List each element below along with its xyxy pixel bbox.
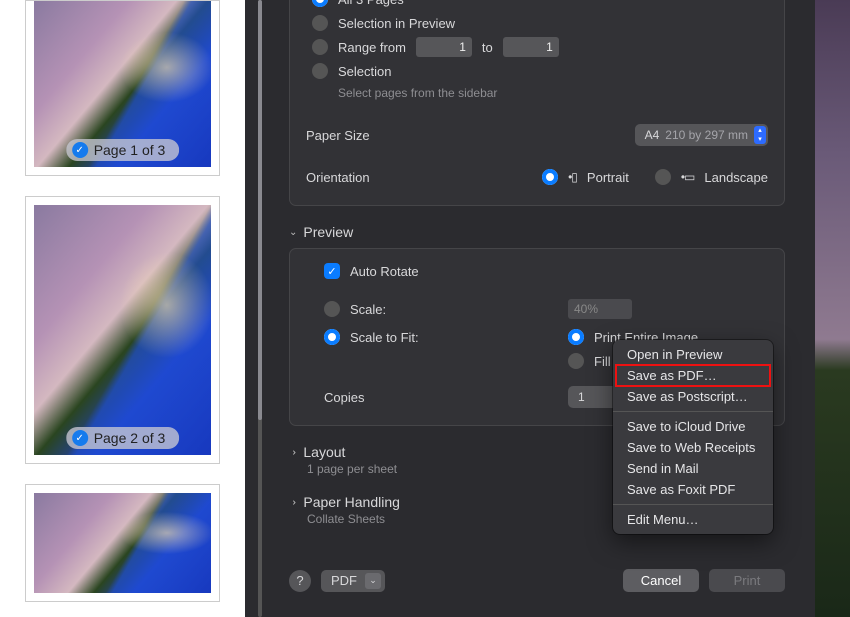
pages-range-from-label: Range from	[338, 40, 406, 55]
chevron-down-icon: ⌄	[365, 573, 381, 589]
pages-range-radio[interactable]	[312, 39, 328, 55]
paper-size-value: A4	[645, 128, 660, 142]
help-button[interactable]: ?	[289, 570, 311, 592]
orientation-landscape-label: Landscape	[704, 170, 768, 185]
pages-selection-radio[interactable]	[312, 63, 328, 79]
orientation-portrait-label: Portrait	[587, 170, 629, 185]
page-thumbnail-sidebar[interactable]: ✓ Page 1 of 3 ✓ Page 2 of 3	[0, 0, 245, 617]
pdf-menu[interactable]: Open in PreviewSave as PDF…Save as Posts…	[613, 340, 773, 534]
pdf-menu-item[interactable]: Save as Foxit PDF	[613, 479, 773, 500]
pages-range-to-label: to	[482, 40, 493, 55]
pages-selection-label: Selection	[338, 64, 391, 79]
check-icon: ✓	[72, 142, 88, 158]
pages-range-to-input[interactable]	[503, 37, 559, 57]
print-button[interactable]: Print	[709, 569, 785, 592]
portrait-icon: •▯	[568, 170, 577, 184]
print-dialog-window: ✓ Page 1 of 3 ✓ Page 2 of 3 All 3 Page	[0, 0, 815, 617]
orientation-portrait-radio[interactable]	[542, 169, 558, 185]
auto-rotate-label: Auto Rotate	[350, 264, 419, 279]
pages-selection-preview-radio[interactable]	[312, 15, 328, 31]
pdf-dropdown-label: PDF	[331, 573, 357, 588]
page-thumbnail-image	[34, 493, 211, 593]
paper-size-dims: 210 by 297 mm	[665, 128, 748, 142]
print-settings-pane: All 3 Pages Selection in Preview Range f…	[245, 0, 815, 617]
chevron-right-icon: ⌄	[288, 498, 299, 506]
pdf-menu-item[interactable]: Save to iCloud Drive	[613, 416, 773, 437]
copies-value: 1	[578, 390, 585, 404]
orientation-label: Orientation	[306, 170, 516, 185]
scrollbar[interactable]	[258, 0, 262, 617]
page-thumbnail-badge: ✓ Page 2 of 3	[66, 427, 180, 449]
scrollbar-thumb[interactable]	[258, 0, 262, 420]
scale-to-fit-label: Scale to Fit:	[350, 330, 419, 345]
preview-heading: Preview	[303, 224, 353, 240]
page-thumbnail-label: Page 2 of 3	[94, 430, 166, 446]
page-thumbnail-badge: ✓ Page 1 of 3	[66, 139, 180, 161]
page-thumbnail-label: Page 1 of 3	[94, 142, 166, 158]
chevron-down-icon: ⌄	[289, 227, 297, 238]
page-range-section: All 3 Pages Selection in Preview Range f…	[289, 0, 785, 206]
scale-radio[interactable]	[324, 301, 340, 317]
copies-label: Copies	[324, 390, 364, 405]
check-icon: ✓	[72, 430, 88, 446]
preview-disclosure[interactable]: ⌄ Preview	[289, 224, 785, 240]
menu-separator	[613, 504, 773, 505]
dialog-footer: ? PDF ⌄ Cancel Print	[289, 569, 785, 592]
page-thumbnail[interactable]: ✓ Page 2 of 3	[25, 196, 220, 464]
pages-selection-hint: Select pages from the sidebar	[338, 86, 497, 100]
auto-rotate-checkbox[interactable]: ✓	[324, 263, 340, 279]
pdf-menu-item[interactable]: Save as Postscript…	[613, 386, 773, 407]
scale-label: Scale:	[350, 302, 386, 317]
pdf-menu-item[interactable]: Edit Menu…	[613, 509, 773, 530]
chevron-updown-icon: ▴▾	[754, 126, 766, 144]
paper-size-label: Paper Size	[306, 128, 516, 143]
print-entire-image-radio[interactable]	[568, 329, 584, 345]
page-thumbnail[interactable]	[25, 484, 220, 602]
menu-separator	[613, 411, 773, 412]
pdf-menu-item[interactable]: Open in Preview	[613, 344, 773, 365]
scale-input[interactable]	[568, 299, 632, 319]
chevron-right-icon: ⌄	[288, 448, 299, 456]
orientation-landscape-radio[interactable]	[655, 169, 671, 185]
fill-entire-paper-radio[interactable]	[568, 353, 584, 369]
pages-all-radio[interactable]	[312, 0, 328, 7]
landscape-icon: •▭	[681, 170, 695, 184]
pdf-menu-item[interactable]: Save to Web Receipts	[613, 437, 773, 458]
page-thumbnail-image	[34, 205, 211, 455]
layout-heading: Layout	[303, 444, 345, 460]
pages-all-label: All 3 Pages	[338, 0, 404, 7]
pages-range-from-input[interactable]	[416, 37, 472, 57]
pdf-menu-item[interactable]: Send in Mail	[613, 458, 773, 479]
pdf-menu-item[interactable]: Save as PDF…	[613, 365, 773, 386]
page-thumbnail[interactable]: ✓ Page 1 of 3	[25, 0, 220, 176]
pages-selection-preview-label: Selection in Preview	[338, 16, 455, 31]
paper-handling-heading: Paper Handling	[303, 494, 400, 510]
scale-to-fit-radio[interactable]	[324, 329, 340, 345]
paper-size-select[interactable]: A4 210 by 297 mm ▴▾	[635, 124, 768, 146]
pdf-dropdown[interactable]: PDF ⌄	[321, 570, 385, 592]
cancel-button[interactable]: Cancel	[623, 569, 699, 592]
